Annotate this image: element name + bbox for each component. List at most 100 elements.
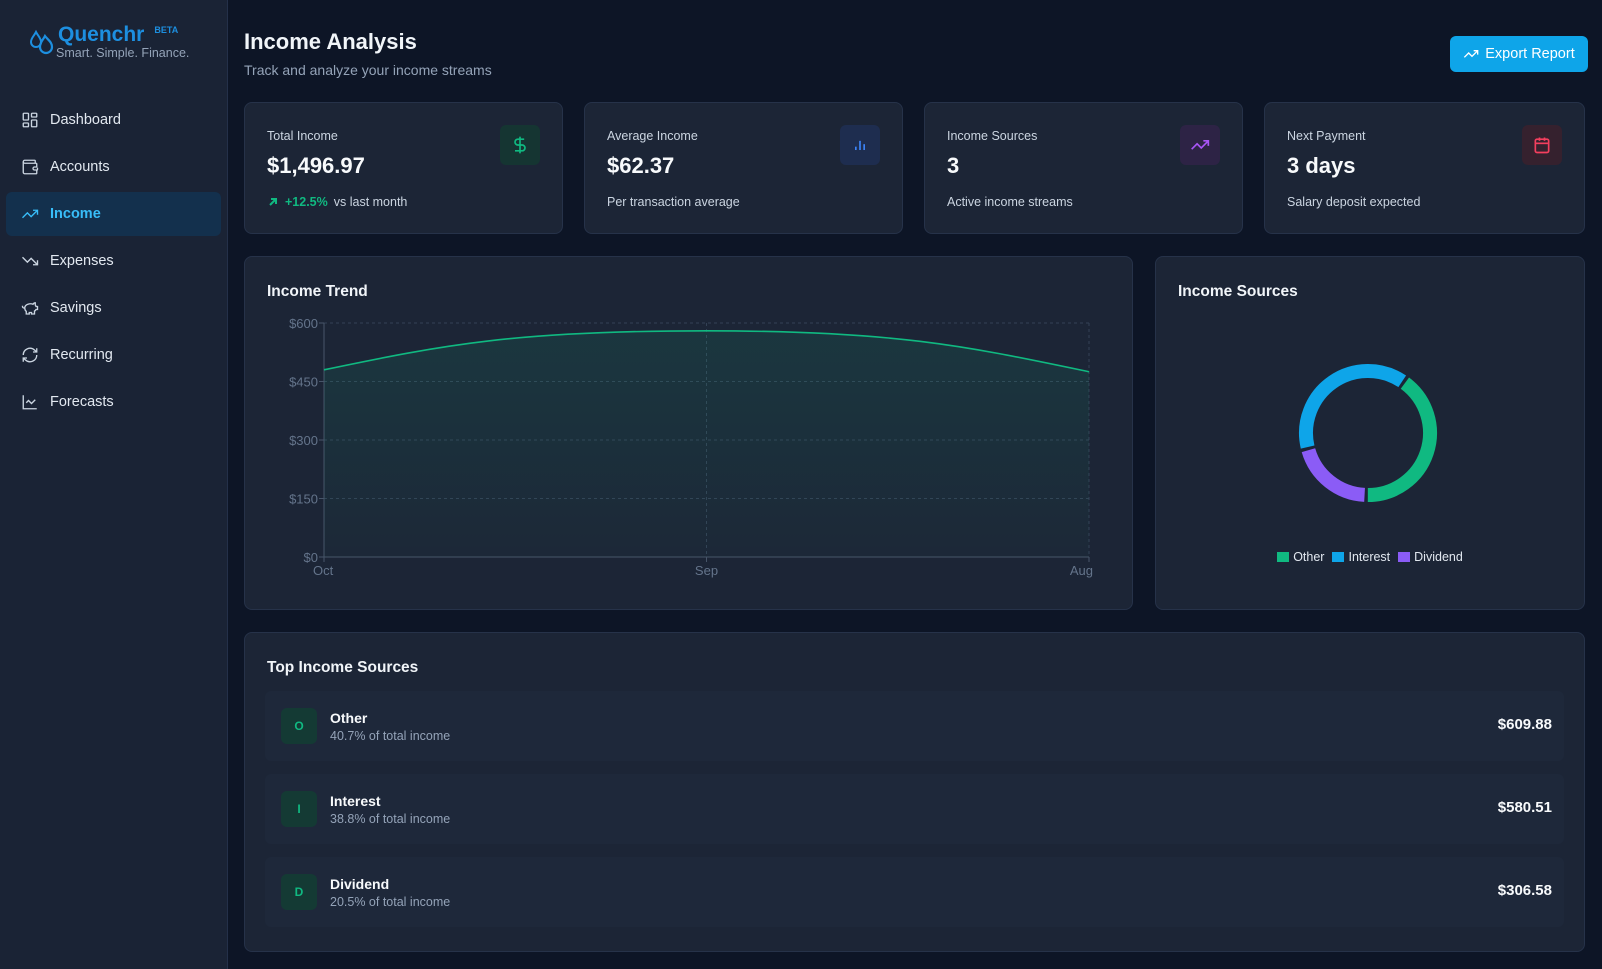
y-tick-label: $450 bbox=[289, 375, 318, 390]
sidebar-item-accounts[interactable]: Accounts bbox=[6, 145, 221, 189]
water-drop-logo-icon bbox=[29, 29, 54, 55]
stat-value: $62.37 bbox=[607, 153, 675, 178]
trending-up-icon bbox=[22, 209, 39, 219]
list-item[interactable]: O Other 40.7% of total income $609.88 bbox=[265, 691, 1564, 761]
legend-label: Other bbox=[1293, 550, 1325, 564]
sidebar-nav: Dashboard Accounts Income Expenses Savin… bbox=[6, 98, 221, 427]
stat-label: Average Income bbox=[607, 129, 698, 143]
arrow-up-right-icon bbox=[269, 198, 277, 206]
sidebar-item-recurring[interactable]: Recurring bbox=[6, 333, 221, 377]
income-trend-card: Income Trend $0 $150 $300 $450 $600 Oct Sep Aug bbox=[244, 256, 1133, 610]
trending-up-icon bbox=[1464, 50, 1479, 58]
export-report-label: Export Report bbox=[1485, 46, 1575, 62]
wallet-icon bbox=[22, 159, 39, 175]
sidebar: Quenchr BETA Smart. Simple. Finance. Das… bbox=[0, 0, 228, 969]
stat-value: 3 days bbox=[1287, 153, 1356, 178]
stat-label: Total Income bbox=[267, 129, 338, 143]
sidebar-item-forecasts[interactable]: Forecasts bbox=[6, 380, 221, 424]
stat-sub: +12.5% vs last month bbox=[267, 195, 407, 209]
main-content: Income Analysis Track and analyze your i… bbox=[228, 0, 1602, 969]
line-chart-icon bbox=[22, 395, 37, 410]
stat-card-total-income: Total Income $1,496.97 +12.5% vs last mo… bbox=[244, 102, 563, 234]
legend-swatch bbox=[1398, 552, 1411, 562]
stat-value: 3 bbox=[947, 153, 960, 178]
source-percent: 20.5% of total income bbox=[330, 895, 451, 909]
legend-label: Dividend bbox=[1414, 550, 1463, 564]
y-tick-label: $300 bbox=[289, 433, 318, 448]
income-trend-chart: $0$150$300$450$600Oct Sep Aug bbox=[289, 316, 1093, 578]
calendar-icon bbox=[1534, 137, 1550, 154]
sidebar-item-income[interactable]: Income bbox=[6, 192, 221, 236]
income-trend-area bbox=[324, 330, 1089, 557]
sidebar-item-label: Forecasts bbox=[50, 394, 114, 410]
stat-label: Next Payment bbox=[1287, 129, 1366, 143]
page-subtitle: Track and analyze your income streams bbox=[244, 62, 492, 78]
income-sources-card: Income Sources Other Interest Dividend bbox=[1155, 256, 1585, 610]
grid-icon bbox=[22, 112, 38, 128]
stat-icon-box bbox=[500, 125, 540, 165]
source-name: Dividend bbox=[330, 876, 390, 892]
y-tick-label: $600 bbox=[289, 316, 318, 331]
y-tick-label: $150 bbox=[289, 492, 318, 507]
stat-label: Income Sources bbox=[947, 129, 1038, 143]
dollar-icon bbox=[514, 136, 526, 154]
legend-swatch bbox=[1332, 552, 1345, 562]
source-initial-badge: D bbox=[281, 874, 317, 910]
source-initial-badge: O bbox=[281, 708, 317, 744]
sidebar-item-label: Recurring bbox=[50, 347, 113, 363]
donut-slice-interest[interactable] bbox=[1299, 364, 1407, 449]
source-amount: $306.58 bbox=[1497, 882, 1552, 899]
stat-sub: Salary deposit expected bbox=[1287, 195, 1421, 209]
stat-icon-box bbox=[840, 125, 880, 165]
legend-swatch bbox=[1277, 552, 1290, 562]
brand-name: Quenchr bbox=[58, 23, 145, 46]
piggy-bank-icon bbox=[21, 302, 39, 315]
list-item[interactable]: D Dividend 20.5% of total income $306.58 bbox=[265, 857, 1564, 927]
source-percent: 38.8% of total income bbox=[330, 812, 451, 826]
top-income-sources-card: Top Income Sources O Other 40.7% of tota… bbox=[244, 632, 1585, 952]
trending-down-icon bbox=[22, 256, 39, 266]
sidebar-item-label: Income bbox=[50, 206, 101, 222]
bar-chart-icon bbox=[855, 140, 865, 150]
stat-card-income-sources: Income Sources 3 Active income streams bbox=[924, 102, 1243, 234]
list-item[interactable]: I Interest 38.8% of total income $580.51 bbox=[265, 774, 1564, 844]
stat-card-average-income: Average Income $62.37 Per transaction av… bbox=[584, 102, 903, 234]
legend-item-other[interactable]: Other bbox=[1277, 550, 1324, 564]
legend-item-interest[interactable]: Interest bbox=[1332, 550, 1390, 564]
donut-slice-dividend[interactable] bbox=[1301, 447, 1366, 502]
export-report-button[interactable]: Export Report bbox=[1450, 36, 1588, 72]
legend-label: Interest bbox=[1348, 550, 1391, 564]
stat-sub: Active income streams bbox=[947, 195, 1073, 209]
source-initial-badge: I bbox=[281, 791, 317, 827]
trend-percent: +12.5% bbox=[285, 195, 328, 209]
refresh-icon bbox=[22, 347, 38, 363]
source-percent: 40.7% of total income bbox=[330, 729, 451, 743]
source-amount: $580.51 bbox=[1497, 799, 1552, 816]
sidebar-item-expenses[interactable]: Expenses bbox=[6, 239, 221, 283]
source-name: Other bbox=[330, 710, 368, 726]
legend-item-dividend[interactable]: Dividend bbox=[1398, 550, 1463, 564]
sidebar-item-label: Expenses bbox=[50, 253, 114, 269]
page-title: Income Analysis bbox=[244, 29, 417, 54]
sidebar-item-dashboard[interactable]: Dashboard bbox=[6, 98, 221, 142]
sidebar-item-label: Accounts bbox=[50, 159, 110, 175]
trending-up-icon bbox=[1191, 140, 1210, 150]
top-income-sources-title: Top Income Sources bbox=[267, 659, 419, 676]
donut-legend: Other Interest Dividend bbox=[1156, 550, 1584, 564]
brand[interactable]: Quenchr BETA Smart. Simple. Finance. bbox=[28, 22, 189, 60]
brand-tagline: Smart. Simple. Finance. bbox=[56, 46, 190, 60]
source-name: Interest bbox=[330, 793, 381, 809]
source-amount: $609.88 bbox=[1497, 716, 1552, 733]
sidebar-item-savings[interactable]: Savings bbox=[6, 286, 221, 330]
x-tick-label: Aug bbox=[1070, 563, 1093, 578]
x-tick-label: Oct bbox=[313, 563, 334, 578]
x-tick-label: Sep bbox=[695, 563, 718, 578]
trend-label: vs last month bbox=[333, 195, 408, 209]
donut-slice-other[interactable] bbox=[1367, 377, 1437, 503]
sidebar-item-label: Dashboard bbox=[50, 112, 121, 128]
beta-badge: BETA bbox=[154, 25, 179, 35]
stat-sub: Per transaction average bbox=[607, 195, 740, 209]
stat-icon-box bbox=[1180, 125, 1220, 165]
stat-icon-box bbox=[1522, 125, 1562, 165]
sidebar-item-label: Savings bbox=[50, 300, 102, 316]
